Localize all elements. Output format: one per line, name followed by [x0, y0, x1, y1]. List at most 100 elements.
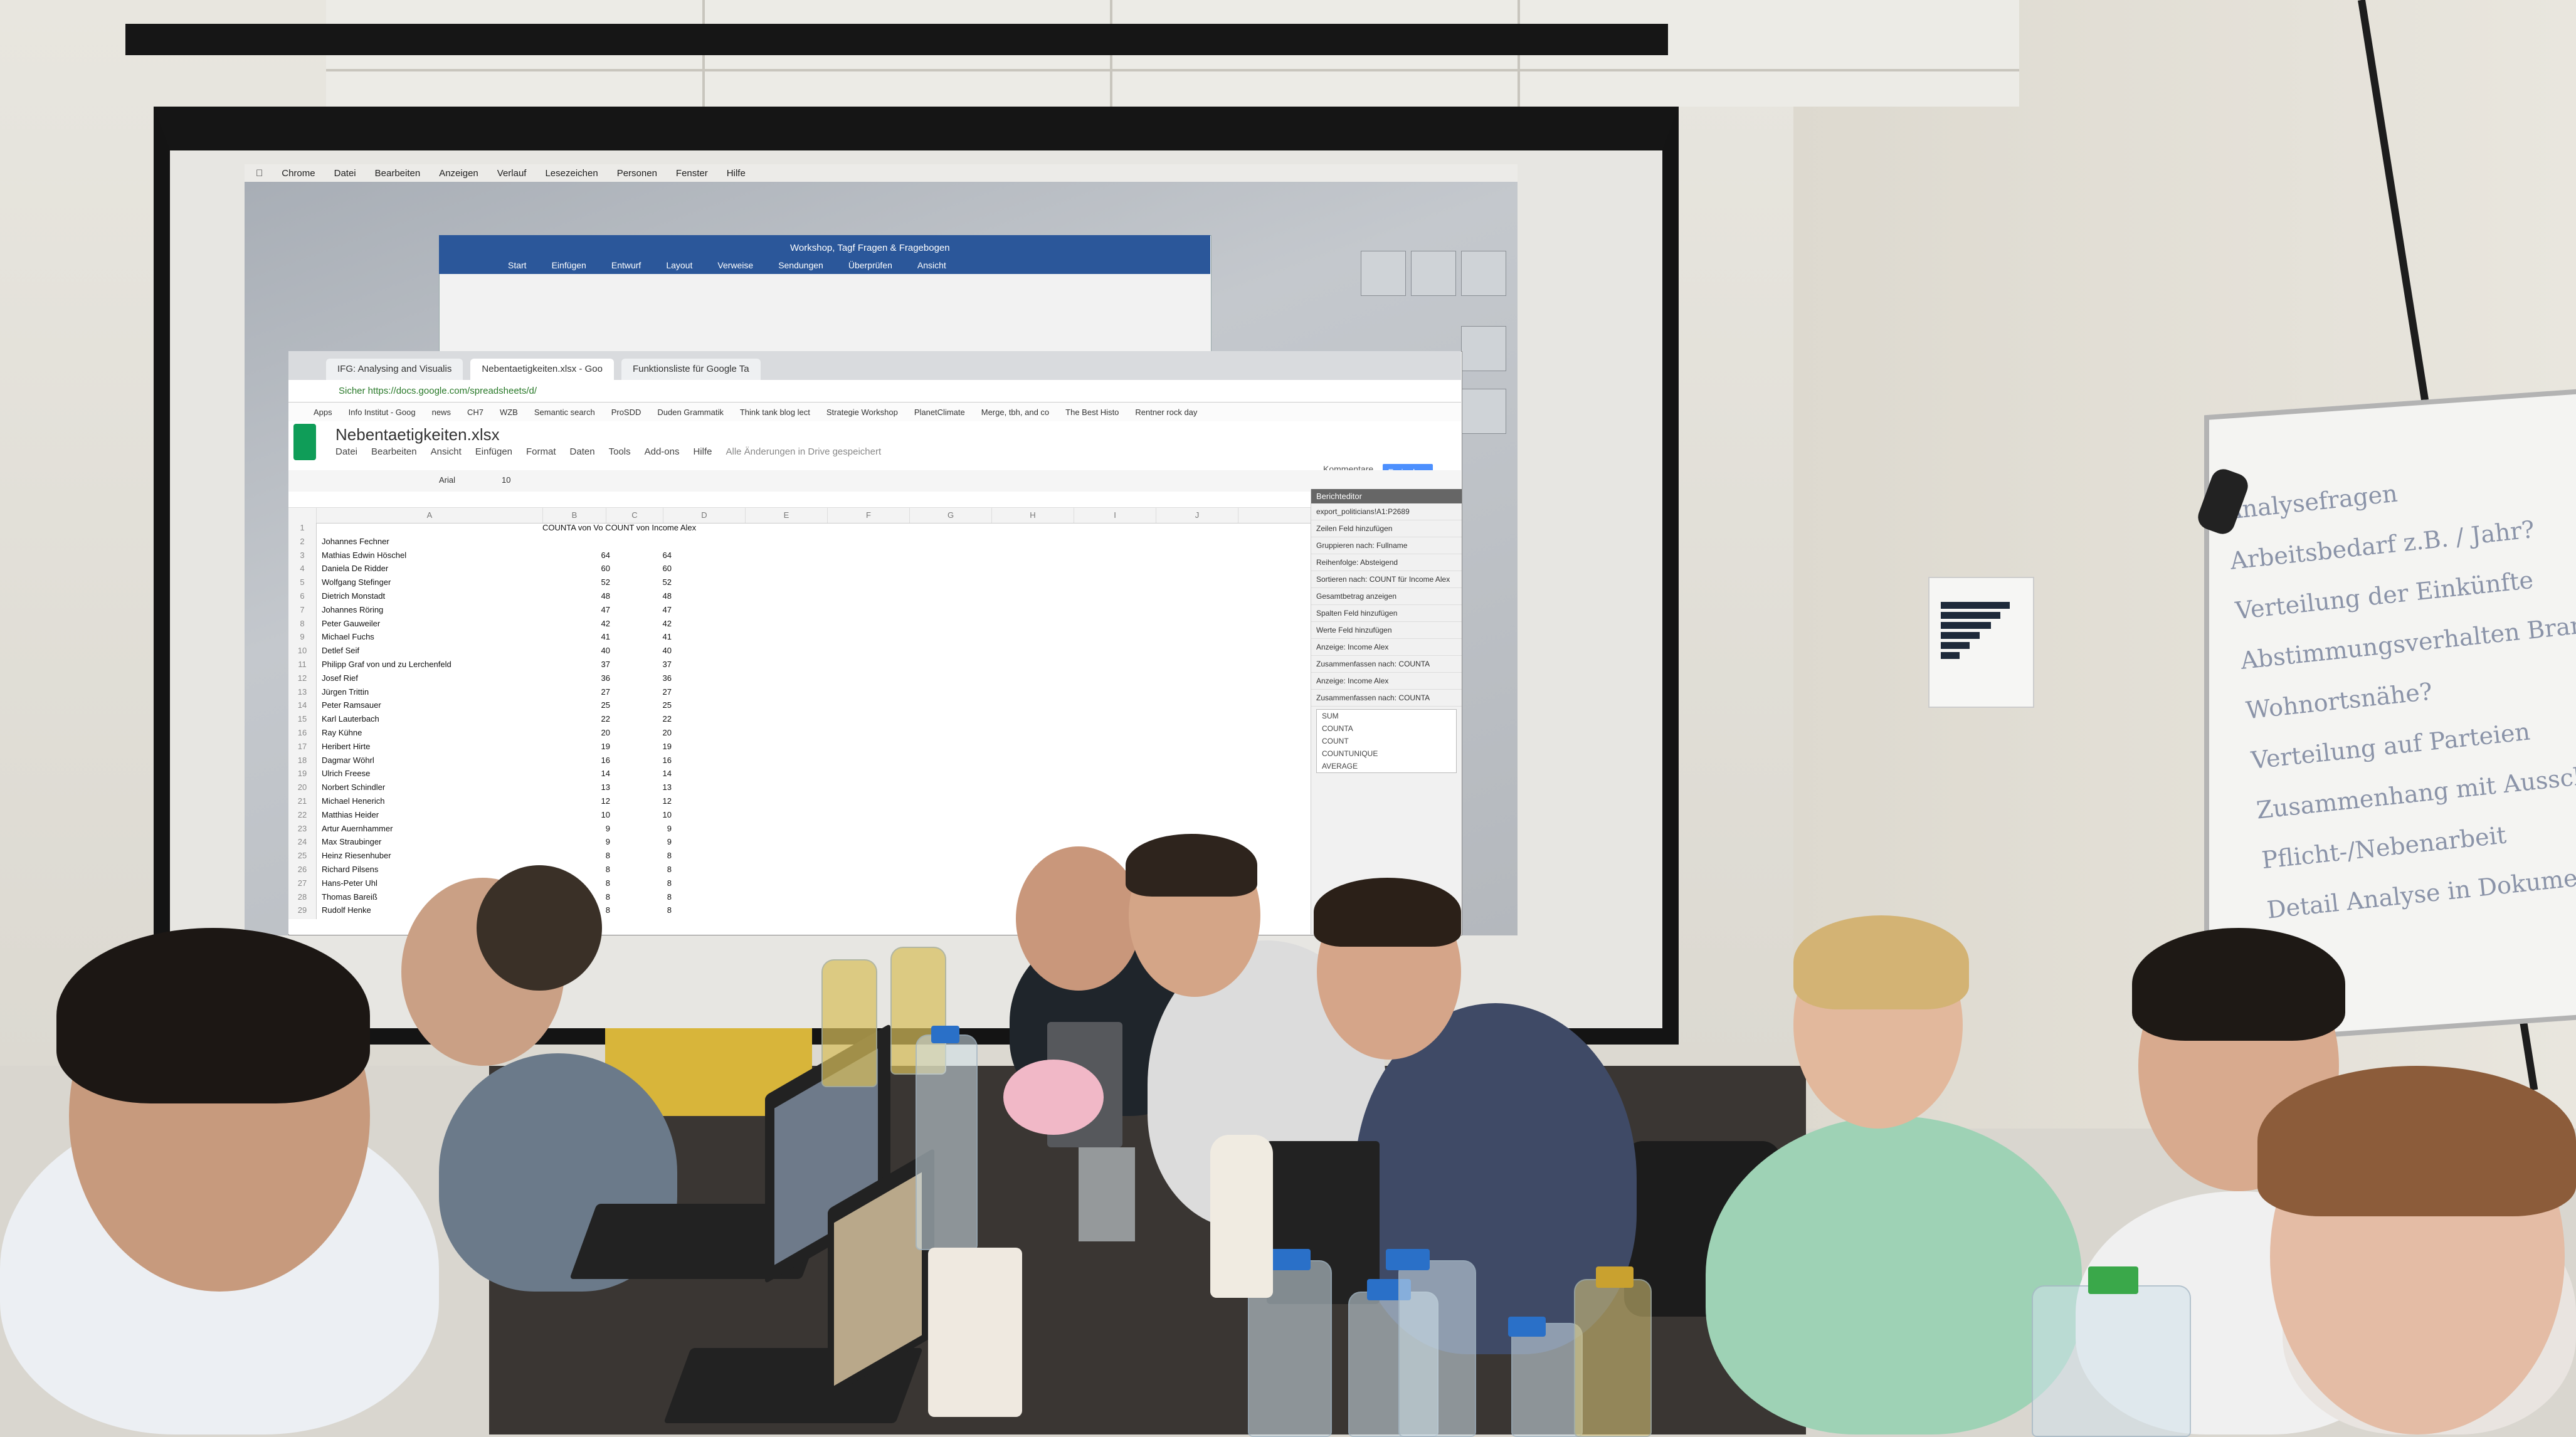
counta-cell[interactable]: 41 — [547, 632, 615, 646]
count-cell[interactable] — [615, 537, 675, 550]
counta-cell[interactable]: 13 — [547, 782, 615, 796]
row-number[interactable]: 25 — [288, 851, 317, 865]
row-number[interactable]: 18 — [288, 755, 317, 769]
count-cell[interactable]: 22 — [615, 714, 675, 728]
word-tab[interactable]: Entwurf — [611, 260, 641, 270]
sheets-logo-icon[interactable] — [293, 424, 316, 460]
row-number[interactable]: 6 — [288, 591, 317, 605]
word-tab[interactable]: Sendungen — [778, 260, 823, 270]
counta-cell[interactable]: 27 — [547, 687, 615, 701]
count-cell[interactable]: 9 — [615, 824, 675, 838]
pivot-section[interactable]: Reihenfolge: Absteigend — [1311, 554, 1462, 571]
table-row[interactable]: 24 Max Straubinger 9 9 — [288, 837, 690, 851]
pivot-section[interactable]: Anzeige: Income Alex — [1311, 639, 1462, 656]
table-row[interactable]: 1 — [288, 523, 690, 537]
count-cell[interactable]: 10 — [615, 810, 675, 824]
counta-cell[interactable]: 8 — [547, 851, 615, 865]
menu-item[interactable]: Chrome — [282, 168, 315, 179]
name-cell[interactable] — [317, 523, 547, 537]
summarize-option[interactable]: COUNT — [1317, 735, 1456, 747]
pivot-section[interactable]: Zusammenfassen nach: COUNTA — [1311, 690, 1462, 707]
row-number[interactable]: 27 — [288, 878, 317, 892]
row-number[interactable]: 22 — [288, 809, 317, 824]
desktop-file-icon[interactable] — [1461, 251, 1506, 296]
row-number[interactable]: 19 — [288, 769, 317, 783]
row-number[interactable]: 5 — [288, 577, 317, 591]
font-size-select[interactable]: 10 — [502, 475, 510, 485]
count-cell[interactable]: 47 — [615, 605, 675, 619]
table-row[interactable]: 18 Dagmar Wöhrl 16 16 — [288, 755, 690, 769]
sheets-menu-item[interactable]: Bearbeiten — [371, 446, 417, 457]
table-row[interactable]: 21 Michael Henerich 12 12 — [288, 796, 690, 810]
menu-item[interactable]: Verlauf — [497, 168, 527, 179]
name-cell[interactable]: Ulrich Freese — [317, 769, 547, 782]
table-row[interactable]: 13 Jürgen Trittin 27 27 — [288, 687, 690, 701]
row-number[interactable]: 12 — [288, 673, 317, 687]
word-tab[interactable]: Überprüfen — [848, 260, 892, 270]
name-cell[interactable]: Mathias Edwin Höschel — [317, 550, 547, 564]
row-number[interactable]: 20 — [288, 782, 317, 796]
name-cell[interactable]: Wolfgang Stefinger — [317, 577, 547, 591]
corner-cell[interactable] — [288, 508, 317, 523]
counta-cell[interactable]: 9 — [547, 837, 615, 851]
name-cell[interactable]: Michael Henerich — [317, 796, 547, 810]
table-row[interactable]: 5 Wolfgang Stefinger 52 52 — [288, 577, 690, 591]
column-header[interactable]: B — [543, 508, 606, 523]
counta-cell[interactable]: 25 — [547, 700, 615, 714]
column-header[interactable]: I — [1074, 508, 1156, 523]
menu-item[interactable]: Hilfe — [727, 168, 746, 179]
counta-cell[interactable]: 47 — [547, 605, 615, 619]
bookmark[interactable]: news — [432, 408, 451, 417]
bookmark[interactable]: Strategie Workshop — [826, 408, 898, 417]
count-cell[interactable]: 8 — [615, 865, 675, 878]
counta-cell[interactable]: 9 — [547, 824, 615, 838]
bookmark[interactable]: Merge, tbh, and co — [981, 408, 1049, 417]
table-row[interactable]: 9 Michael Fuchs 41 41 — [288, 632, 690, 646]
count-cell[interactable]: 60 — [615, 564, 675, 577]
sheets-menu-item[interactable]: Daten — [570, 446, 595, 457]
pivot-section[interactable]: Sortieren nach: COUNT für Income Alex — [1311, 571, 1462, 588]
row-number[interactable]: 17 — [288, 741, 317, 755]
desktop-file-icon[interactable] — [1411, 251, 1456, 296]
name-cell[interactable]: Johannes Röring — [317, 605, 547, 619]
name-cell[interactable]: Norbert Schindler — [317, 782, 547, 796]
row-number[interactable]: 15 — [288, 714, 317, 728]
table-row[interactable]: 26 Richard Pilsens 8 8 — [288, 864, 690, 878]
name-cell[interactable]: Daniela De Ridder — [317, 564, 547, 577]
count-cell[interactable]: 8 — [615, 892, 675, 906]
column-header[interactable]: F — [828, 508, 910, 523]
counta-cell[interactable]: 60 — [547, 564, 615, 577]
counta-cell[interactable]: 64 — [547, 550, 615, 564]
menu-item[interactable]: Datei — [334, 168, 356, 179]
word-tab[interactable]: Start — [508, 260, 527, 270]
table-row[interactable]: 12 Josef Rief 36 36 — [288, 673, 690, 687]
menu-item[interactable]: Bearbeiten — [375, 168, 421, 179]
summarize-option[interactable]: SUM — [1317, 710, 1456, 722]
count-cell[interactable]: 9 — [615, 837, 675, 851]
summarize-option[interactable]: AVERAGE — [1317, 760, 1456, 772]
menu-item[interactable]: Fenster — [676, 168, 708, 179]
table-row[interactable]: 8 Peter Gauweiler 42 42 — [288, 618, 690, 633]
count-cell[interactable]: 14 — [615, 769, 675, 782]
count-cell[interactable]: 48 — [615, 591, 675, 605]
pivot-section[interactable]: Gesamtbetrag anzeigen — [1311, 588, 1462, 605]
desktop-file-icon[interactable] — [1361, 251, 1406, 296]
count-cell[interactable]: 20 — [615, 728, 675, 742]
count-cell[interactable]: 37 — [615, 660, 675, 673]
name-cell[interactable]: Dietrich Monstadt — [317, 591, 547, 605]
row-number[interactable]: 28 — [288, 892, 317, 906]
name-cell[interactable]: Ray Kühne — [317, 728, 547, 742]
table-row[interactable]: 20 Norbert Schindler 13 13 — [288, 782, 690, 796]
counta-cell[interactable]: 40 — [547, 646, 615, 660]
row-number[interactable]: 23 — [288, 823, 317, 838]
word-tab[interactable]: Verweise — [717, 260, 753, 270]
name-cell[interactable]: Heinz Riesenhuber — [317, 851, 547, 865]
row-number[interactable]: 4 — [288, 564, 317, 578]
bookmark[interactable]: The Best Histo — [1065, 408, 1119, 417]
row-number[interactable]: 26 — [288, 864, 317, 878]
sheets-menu-item[interactable]: Format — [526, 446, 556, 457]
name-cell[interactable]: Matthias Heider — [317, 810, 547, 824]
sheets-menu-item[interactable]: Tools — [609, 446, 631, 457]
table-row[interactable]: 14 Peter Ramsauer 25 25 — [288, 700, 690, 715]
counta-cell[interactable]: 14 — [547, 769, 615, 782]
